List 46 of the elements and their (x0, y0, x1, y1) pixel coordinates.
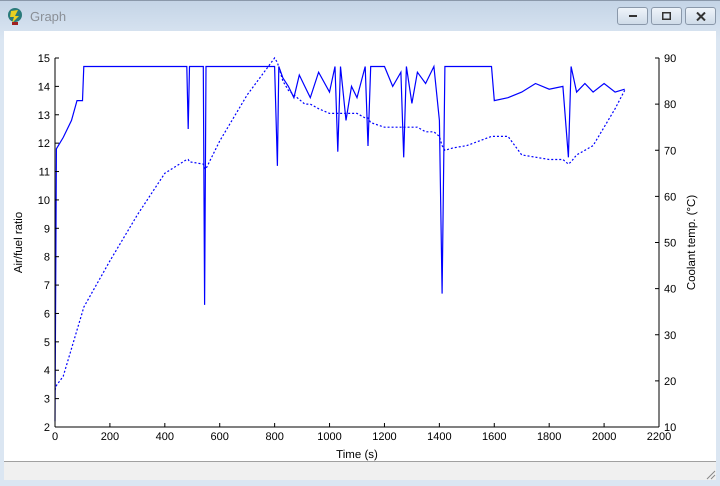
x-tick-label: 600 (210, 431, 229, 443)
x-tick-label: 1200 (372, 431, 397, 443)
close-button[interactable] (685, 7, 716, 25)
y2-tick-label: 70 (664, 145, 676, 158)
y-tick-label: 5 (44, 336, 50, 349)
y-tick-label: 15 (38, 53, 50, 65)
x-tick-label: 0 (52, 431, 58, 443)
x-tick-label: 800 (265, 431, 284, 443)
y2-tick-label: 80 (664, 99, 676, 112)
minimize-icon (628, 15, 636, 17)
x-tick-label: 200 (100, 431, 120, 443)
x-tick-label: 1600 (482, 431, 507, 443)
y-tick-label: 7 (44, 280, 50, 292)
x-axis-title: Time (s) (336, 449, 378, 461)
y-tick-label: 8 (44, 252, 50, 264)
resize-grip-icon[interactable] (704, 468, 716, 480)
window-title: Graph (30, 8, 66, 24)
right-axis-title: Coolant temp. (°C) (686, 194, 698, 290)
y-tick-label: 2 (44, 422, 50, 434)
y2-tick-label: 90 (664, 53, 676, 65)
y2-tick-label: 60 (664, 191, 676, 204)
y2-tick-label: 50 (664, 238, 676, 250)
x-tick-label: 1400 (427, 431, 452, 443)
maximize-button[interactable] (651, 7, 682, 25)
y2-tick-label: 40 (664, 284, 676, 296)
y-tick-label: 4 (44, 365, 50, 378)
y2-tick-label: 20 (664, 376, 676, 388)
x-tick-label: 1000 (317, 431, 342, 443)
y-tick-label: 13 (38, 110, 50, 122)
x-tick-label: 1800 (536, 431, 562, 443)
maximize-icon (662, 12, 671, 20)
y-tick-label: 11 (38, 166, 50, 179)
y-tick-label: 14 (38, 81, 50, 94)
close-icon (696, 12, 706, 20)
left-axis-title: Air/fuel ratio (13, 212, 25, 274)
y-tick-label: 6 (44, 308, 50, 320)
y-tick-label: 9 (44, 223, 50, 236)
y-tick-label: 3 (44, 394, 50, 406)
app-icon (6, 7, 24, 25)
minimize-button[interactable] (617, 7, 648, 25)
y-tick-label: 12 (38, 138, 50, 150)
x-tick-label: 400 (156, 431, 174, 443)
x-tick-label: 2200 (646, 431, 672, 443)
y-tick-label: 10 (38, 194, 50, 207)
x-tick-label: 2000 (592, 431, 616, 443)
y2-tick-label: 30 (664, 330, 676, 342)
